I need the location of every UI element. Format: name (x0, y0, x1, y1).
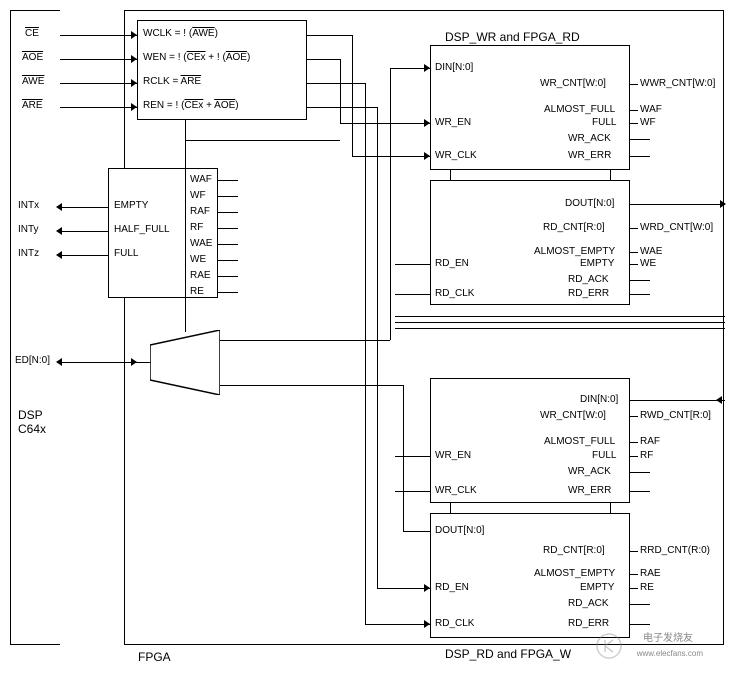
watermark-url: www.elecfans.com (637, 649, 703, 658)
f2r-ae: ALMOST_EMPTY (534, 568, 615, 579)
f2r-empty: EMPTY (580, 582, 614, 593)
f2r-re: RE (640, 582, 654, 593)
f2r-rdack: RD_ACK (568, 598, 609, 609)
fw-wwrcnt: WWR_CNT[W:0] (640, 78, 715, 89)
fr-wae-out: WAE (640, 246, 662, 257)
f2w-rwdcnt: RWD_CNT[R:0] (640, 410, 711, 421)
f2w-din: DIN[N:0] (580, 394, 618, 405)
f2w-wrack: WR_ACK (568, 466, 611, 477)
fr-ae: ALMOST_EMPTY (534, 246, 615, 257)
fw-waf-out: WAF (640, 104, 662, 115)
f2w-full: FULL (592, 450, 616, 461)
st-re: RE (190, 286, 204, 297)
fw-wrcnt: WR_CNT[W:0] (540, 78, 606, 89)
fw-wrerr: WR_ERR (568, 150, 611, 161)
clk-wclk: WCLK = ! (AWE) (143, 28, 218, 39)
st-waf: WAF (190, 174, 212, 185)
st-wae: WAE (190, 238, 212, 249)
dsp-name-line1: DSP (18, 408, 43, 422)
fw-af: ALMOST_FULL (544, 104, 615, 115)
f2r-rden: RD_EN (435, 582, 469, 593)
st-raf: RAF (190, 206, 210, 217)
fr-we-out: WE (640, 258, 656, 269)
st-empty: EMPTY (114, 200, 148, 211)
sig-inty: INTy (18, 224, 39, 235)
f2w-raf: RAF (640, 436, 660, 447)
fifo-rd-title: DSP_RD and FPGA_W (445, 647, 571, 661)
sig-ed: ED[N:0] (15, 355, 50, 366)
sig-intz: INTz (18, 248, 39, 259)
fpga-name: FPGA (138, 650, 171, 664)
fr-dout: DOUT[N:0] (565, 198, 614, 209)
f2w-wrerr: WR_ERR (568, 485, 611, 496)
sig-ce: CE (25, 28, 39, 39)
mux-icon (150, 330, 220, 395)
f2w-af: ALMOST_FULL (544, 436, 615, 447)
fifo-wr-title: DSP_WR and FPGA_RD (445, 30, 580, 44)
sig-intx: INTx (18, 200, 39, 211)
st-rf: RF (190, 222, 203, 233)
fw-wrack: WR_ACK (568, 133, 611, 144)
st-we: WE (190, 254, 206, 265)
fr-wrdcnt: WRD_CNT[W:0] (640, 222, 713, 233)
clk-wen: WEN = ! (CEx + ! (AOE) (143, 52, 250, 63)
st-full: FULL (114, 248, 138, 259)
f2w-rf: RF (640, 450, 653, 461)
st-wf: WF (190, 190, 206, 201)
sig-awe: AWE (22, 76, 44, 87)
fw-wf-out: WF (640, 117, 656, 128)
clk-rclk: RCLK = ARE (143, 76, 201, 87)
sig-aoe: AOE (22, 52, 43, 63)
f2r-rderr: RD_ERR (568, 618, 609, 629)
f2w-wrclk: WR_CLK (435, 485, 477, 496)
f2r-rrdcnt: RRD_CNT(R:0) (640, 545, 710, 556)
f2r-dout: DOUT[N:0] (435, 525, 484, 536)
fw-full: FULL (592, 117, 616, 128)
fr-empty: EMPTY (580, 258, 614, 269)
watermark-icon (595, 632, 623, 660)
watermark-brand: 电子发烧友 (643, 629, 693, 644)
fw-wrclk: WR_CLK (435, 150, 477, 161)
st-rae: RAE (190, 270, 211, 281)
st-halffull: HALF_FULL (114, 224, 170, 235)
sig-are: ARE (22, 100, 43, 111)
fr-rden: RD_EN (435, 258, 469, 269)
fw-wren: WR_EN (435, 117, 471, 128)
dsp-name-line2: C64x (18, 422, 46, 436)
fr-rdack: RD_ACK (568, 274, 609, 285)
clk-ren: REN = ! (CEx + AOE) (143, 100, 239, 111)
f2w-wren: WR_EN (435, 450, 471, 461)
fw-din: DIN[N:0] (435, 62, 473, 73)
fr-rdclk: RD_CLK (435, 288, 474, 299)
f2r-rdclk: RD_CLK (435, 618, 474, 629)
f2r-rae: RAE (640, 568, 661, 579)
fr-rderr: RD_ERR (568, 288, 609, 299)
fr-rdcnt: RD_CNT[R:0] (543, 222, 605, 233)
f2w-wrcnt: WR_CNT[W:0] (540, 410, 606, 421)
f2r-rdcnt: RD_CNT[R:0] (543, 545, 605, 556)
